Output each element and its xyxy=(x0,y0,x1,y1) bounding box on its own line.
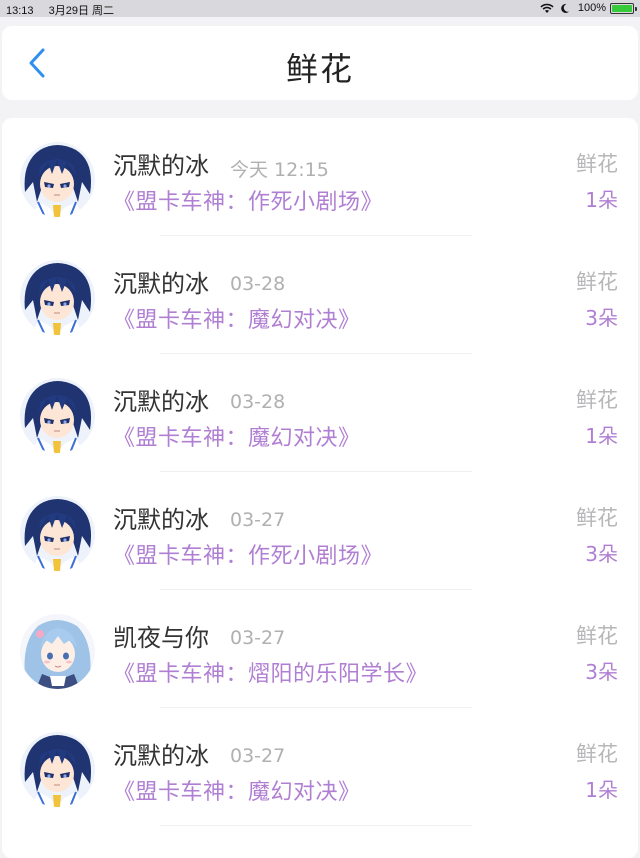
timestamp: 03-28 xyxy=(230,391,286,413)
user-name[interactable]: 沉默的冰 xyxy=(113,500,209,535)
gift-count: 3朵 xyxy=(585,542,618,566)
list-item[interactable]: 沉默的冰 03-28 《盟卡车神：魔幻对决》 鲜花 3朵 xyxy=(2,236,638,354)
status-time: 13:13 xyxy=(6,5,34,17)
wifi-icon xyxy=(540,3,554,14)
gift-type: 鲜花 xyxy=(576,388,618,412)
list-item[interactable]: 沉默的冰 03-27 《盟卡车神：作死小剧场》 鲜花 3朵 xyxy=(2,472,638,590)
user-name[interactable]: 沉默的冰 xyxy=(113,382,209,417)
avatar[interactable] xyxy=(20,732,95,807)
list-item[interactable]: 沉默的冰 03-27 《盟卡车神：魔幻对决》 鲜花 1朵 xyxy=(2,708,638,826)
gift-type: 鲜花 xyxy=(576,742,618,766)
work-title-link[interactable]: 《盟卡车神：作死小剧场》 xyxy=(113,184,383,216)
gift-count: 3朵 xyxy=(585,306,618,330)
list-item[interactable]: 沉默的冰 今天 12:15 《盟卡车神：作死小剧场》 鲜花 1朵 xyxy=(2,118,638,236)
status-bar: 13:13 3月29日 周二 100% xyxy=(0,0,640,17)
avatar[interactable] xyxy=(20,614,95,689)
gift-type: 鲜花 xyxy=(576,152,618,176)
gift-type: 鲜花 xyxy=(576,270,618,294)
work-title-link[interactable]: 《盟卡车神：魔幻对决》 xyxy=(113,774,361,806)
list-item[interactable]: 凯夜与你 03-27 《盟卡车神：熠阳的乐阳学长》 鲜花 3朵 xyxy=(2,590,638,708)
flower-list: 沉默的冰 今天 12:15 《盟卡车神：作死小剧场》 鲜花 1朵 沉默的冰 03… xyxy=(2,118,638,858)
avatar[interactable] xyxy=(20,496,95,571)
work-title-link[interactable]: 《盟卡车神：熠阳的乐阳学长》 xyxy=(113,656,428,688)
battery-icon xyxy=(610,2,637,14)
timestamp: 03-27 xyxy=(230,627,286,649)
timestamp: 03-28 xyxy=(230,273,286,295)
status-date: 3月29日 周二 xyxy=(48,5,115,17)
work-title-link[interactable]: 《盟卡车神：魔幻对决》 xyxy=(113,420,361,452)
list-item[interactable]: 沉默的冰 03-28 《盟卡车神：魔幻对决》 鲜花 1朵 xyxy=(2,354,638,472)
avatar[interactable] xyxy=(20,378,95,453)
user-name[interactable]: 沉默的冰 xyxy=(113,736,209,771)
avatar[interactable] xyxy=(20,142,95,217)
work-title-link[interactable]: 《盟卡车神：魔幻对决》 xyxy=(113,302,361,334)
work-title-link[interactable]: 《盟卡车神：作死小剧场》 xyxy=(113,538,383,570)
gift-count: 1朵 xyxy=(585,188,618,212)
timestamp: 03-27 xyxy=(230,745,286,767)
gift-type: 鲜花 xyxy=(576,506,618,530)
user-name[interactable]: 沉默的冰 xyxy=(113,146,209,181)
divider xyxy=(160,825,472,826)
page-title: 鲜花 xyxy=(285,50,354,88)
timestamp: 今天 12:15 xyxy=(230,159,329,181)
nav-bar: 鲜花 xyxy=(2,26,638,100)
gift-type: 鲜花 xyxy=(576,624,618,648)
gift-count: 1朵 xyxy=(585,778,618,802)
gift-count: 1朵 xyxy=(585,424,618,448)
user-name[interactable]: 凯夜与你 xyxy=(113,618,209,653)
gift-count: 3朵 xyxy=(585,660,618,684)
timestamp: 03-27 xyxy=(230,509,286,531)
user-name[interactable]: 沉默的冰 xyxy=(113,264,209,299)
battery-percent: 100% xyxy=(577,2,606,14)
moon-icon xyxy=(560,3,570,14)
avatar[interactable] xyxy=(20,260,95,335)
